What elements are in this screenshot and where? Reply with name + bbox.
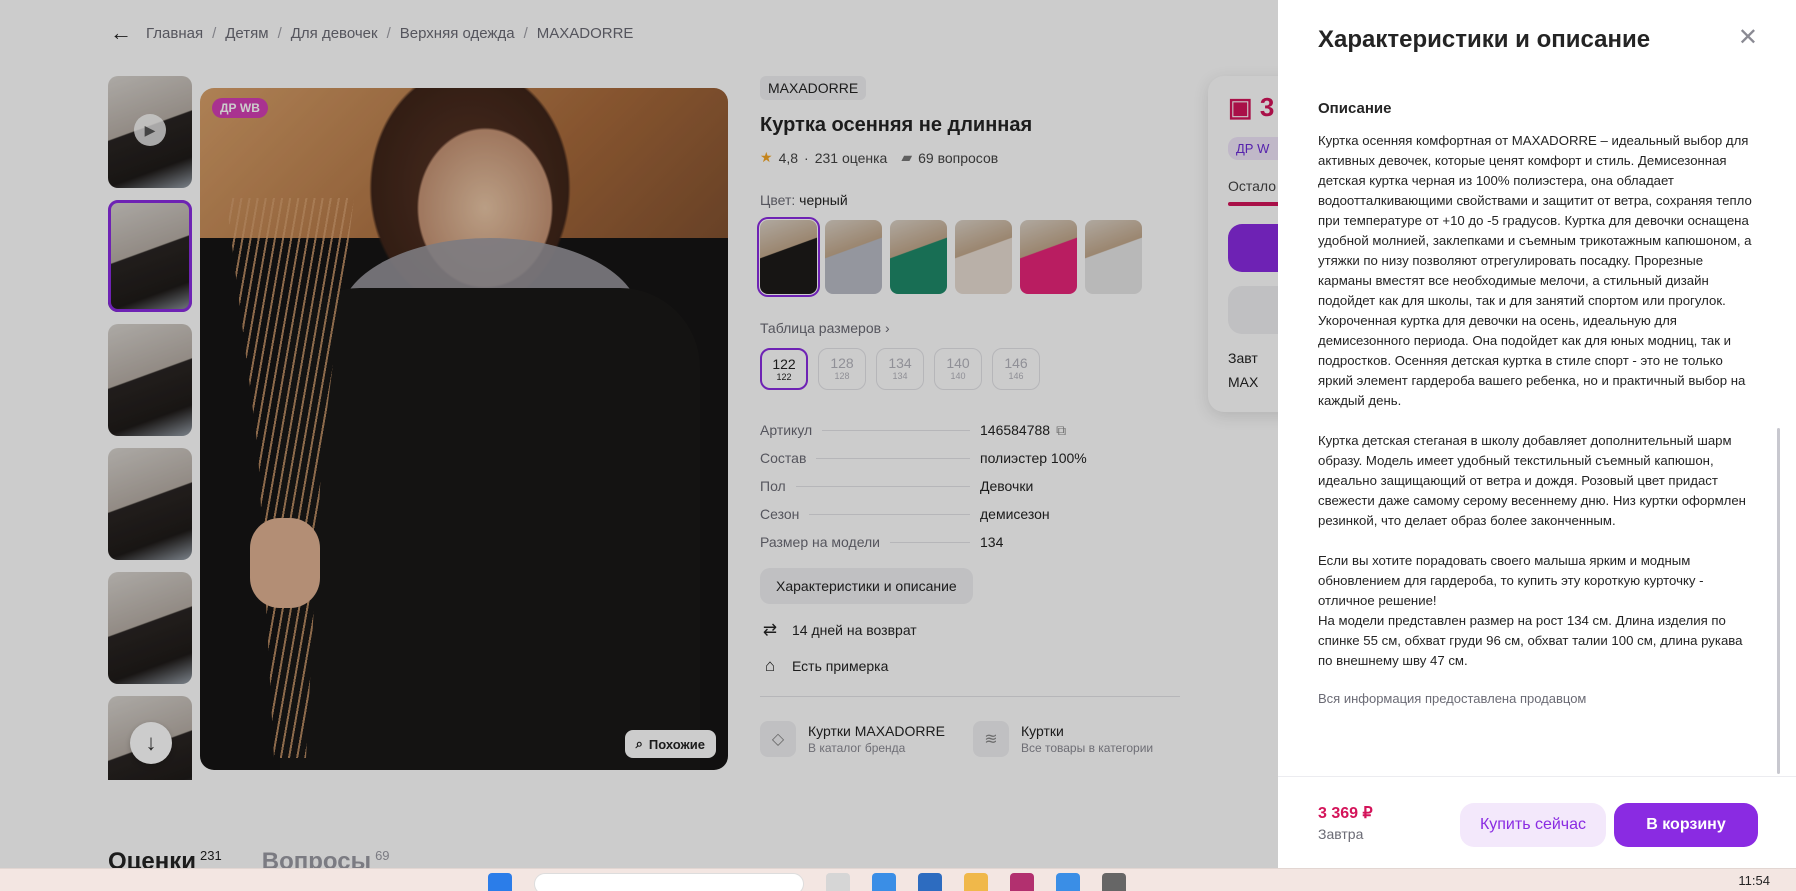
file-icon[interactable] [826, 873, 850, 891]
taskbar-search[interactable] [534, 873, 804, 891]
seller-note: Вся информация предоставлена продавцом [1318, 691, 1587, 706]
characteristics-drawer: Характеристики и описание ✕ Описание Кур… [1278, 0, 1796, 868]
os-taskbar: 11:54 [0, 868, 1796, 891]
description-paragraph: Куртка осенняя комфортная от MAXADORRE –… [1318, 133, 1752, 408]
briefcase-icon[interactable] [918, 873, 942, 891]
folder-icon[interactable] [964, 873, 988, 891]
close-icon[interactable]: ✕ [1738, 26, 1758, 50]
app-icon[interactable] [1102, 873, 1126, 891]
footer-delivery: Завтра [1318, 826, 1364, 842]
taskbar-clock: 11:54 [1738, 873, 1770, 888]
modal-overlay[interactable] [0, 0, 1278, 891]
windows-start-icon[interactable] [488, 873, 512, 891]
monitor-icon[interactable] [1056, 873, 1080, 891]
description-heading: Описание [1318, 100, 1392, 117]
store-icon[interactable] [872, 873, 896, 891]
drawer-footer: 3 369 ₽ Завтра Купить сейчас В корзину [1278, 776, 1796, 868]
add-to-cart-button[interactable]: В корзину [1614, 803, 1758, 847]
drawer-content[interactable]: Описание Куртка осенняя комфортная от MA… [1318, 100, 1758, 760]
footer-price: 3 369 ₽ [1318, 805, 1373, 822]
description-paragraph: Если вы хотите порадовать своего малыша … [1318, 553, 1704, 608]
description-paragraph: На модели представлен размер на рост 134… [1318, 613, 1743, 668]
browser-icon[interactable] [1010, 873, 1034, 891]
description-paragraph: Куртка детская стеганая в школу добавляе… [1318, 433, 1746, 528]
buy-now-button[interactable]: Купить сейчас [1460, 803, 1606, 847]
taskbar-icons [488, 873, 1126, 891]
drawer-title: Характеристики и описание [1318, 26, 1651, 53]
drawer-scrollbar[interactable] [1777, 428, 1780, 774]
